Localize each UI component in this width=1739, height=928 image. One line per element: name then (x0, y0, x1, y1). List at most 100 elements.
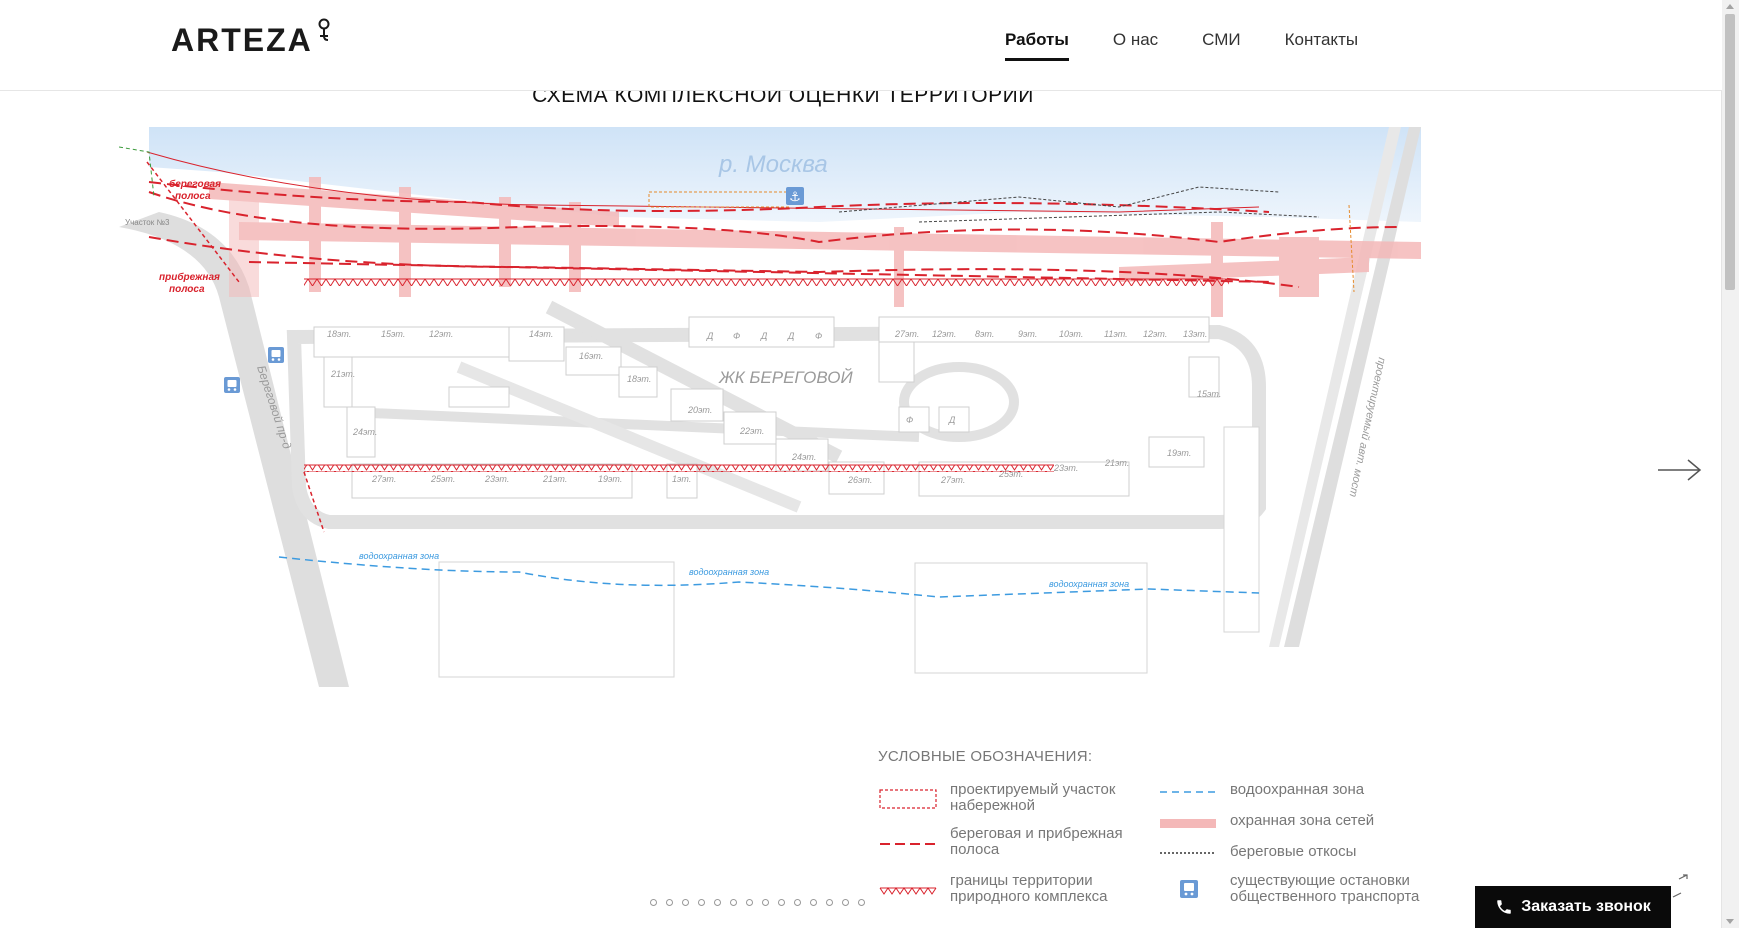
slider-dot[interactable] (714, 899, 721, 906)
svg-text:21эт.: 21эт. (542, 474, 567, 484)
bus-stop-icon (268, 347, 284, 363)
svg-text:Ф: Ф (906, 415, 913, 425)
svg-text:27эт.: 27эт. (371, 474, 396, 484)
svg-text:1эт.: 1эт. (672, 474, 691, 484)
nav-item-contacts[interactable]: Контакты (1285, 30, 1358, 61)
scroll-down-icon[interactable] (1726, 919, 1734, 924)
svg-text:8эт.: 8эт. (975, 329, 994, 339)
slider-dot[interactable] (698, 899, 705, 906)
svg-text:22эт.: 22эт. (739, 426, 764, 436)
svg-text:11эт.: 11эт. (1104, 329, 1128, 339)
svg-text:21эт.: 21эт. (330, 369, 355, 379)
call-request-label: Заказать звонок (1521, 898, 1651, 915)
nav-item-works[interactable]: Работы (1005, 30, 1069, 61)
slider-dot[interactable] (810, 899, 817, 906)
site-header: ARTEZA Работы О нас СМИ Контакты (0, 0, 1722, 91)
legend-label: береговые откосы (1230, 843, 1357, 860)
dashed-blue-line-icon (1160, 791, 1216, 793)
svg-text:Ф: Ф (733, 331, 740, 341)
legend-label: водоохранная зона (1230, 781, 1365, 798)
logo-mark-icon (318, 18, 330, 41)
nav-item-media[interactable]: СМИ (1202, 30, 1240, 61)
svg-text:9эт.: 9эт. (1018, 329, 1037, 339)
svg-text:27эт.: 27эт. (894, 329, 919, 339)
page-scrollbar[interactable] (1721, 0, 1739, 928)
nav-item-about[interactable]: О нас (1113, 30, 1158, 61)
svg-text:прибрежная: прибрежная (159, 271, 220, 283)
svg-text:12эт.: 12эт. (1143, 329, 1167, 339)
svg-text:25эт.: 25эт. (430, 474, 455, 484)
svg-text:⚓: ⚓ (789, 190, 801, 205)
dotted-black-line-icon (1160, 852, 1216, 854)
dotted-red-rect-icon (879, 789, 937, 809)
slider-dot[interactable] (666, 899, 673, 906)
legend-item-water-zone: водоохранная зона (1158, 782, 1420, 814)
legend-title: УСЛОВНЫЕ ОБОЗНАЧЕНИЯ: (878, 748, 1093, 765)
svg-text:18эт.: 18эт. (327, 329, 351, 339)
legend-label: границы территории природного комплекса (950, 872, 1108, 905)
svg-text:18эт.: 18эт. (627, 374, 651, 384)
main-nav: Работы О нас СМИ Контакты (1005, 30, 1358, 61)
svg-text:12эт.: 12эт. (932, 329, 956, 339)
phone-icon (1497, 900, 1511, 914)
svg-text:23эт.: 23эт. (1053, 463, 1078, 473)
slider-dot[interactable] (746, 899, 753, 906)
svg-text:27эт.: 27эт. (940, 475, 965, 485)
svg-text:водоохранная зона: водоохранная зона (359, 551, 439, 561)
svg-text:Д: Д (948, 415, 956, 425)
slider-dots (650, 899, 865, 906)
svg-text:15эт.: 15эт. (381, 329, 405, 339)
slider-dot[interactable] (826, 899, 833, 906)
red-triangle-line-icon (879, 887, 937, 895)
svg-text:20эт.: 20эт. (687, 405, 712, 415)
svg-text:21эт.: 21эт. (1104, 458, 1129, 468)
slider-dot[interactable] (858, 899, 865, 906)
slider-dot[interactable] (794, 899, 801, 906)
legend-label: существующие остановки общественного тра… (1230, 872, 1420, 905)
svg-text:19эт.: 19эт. (1167, 448, 1191, 458)
scroll-up-icon[interactable] (1726, 4, 1734, 9)
call-request-button[interactable]: Заказать звонок (1475, 886, 1671, 928)
dashed-red-line-icon (880, 843, 936, 845)
expand-icon[interactable] (1671, 873, 1691, 901)
bus-icon (1180, 880, 1198, 898)
plot-left (438, 561, 675, 678)
anchor-icon: ⚓ (786, 187, 804, 205)
svg-text:15эт.: 15эт. (1197, 389, 1221, 399)
slider-dot[interactable] (730, 899, 737, 906)
territory-map: р. Москва 18эт. 15эт. 12эт. 14эт. 16эт. … (119, 127, 1421, 687)
legend-item-network-zone: охранная зона сетей (1158, 813, 1420, 845)
slider-dot[interactable] (650, 899, 657, 906)
slider-dot[interactable] (778, 899, 785, 906)
district-label: ЖК БЕРЕГОВОЙ (718, 367, 854, 387)
next-slide-arrow-icon[interactable] (1656, 455, 1704, 485)
svg-text:13эт.: 13эт. (1183, 329, 1207, 339)
slider-dot[interactable] (842, 899, 849, 906)
slider-dot[interactable] (762, 899, 769, 906)
svg-text:16эт.: 16эт. (579, 351, 603, 361)
svg-text:23эт.: 23эт. (484, 474, 509, 484)
river-label: р. Москва (718, 151, 828, 178)
legend-label: охранная зона сетей (1230, 812, 1375, 829)
svg-text:Д: Д (760, 331, 768, 341)
svg-text:полоса: полоса (169, 284, 205, 295)
svg-text:12эт.: 12эт. (429, 329, 453, 339)
svg-text:24эт.: 24эт. (791, 452, 816, 462)
svg-text:Д: Д (706, 331, 714, 341)
svg-text:10эт.: 10эт. (1059, 329, 1083, 339)
logo[interactable]: ARTEZA (171, 22, 313, 62)
legend-label: проектируемый участок набережной (950, 781, 1116, 814)
svg-text:Ф: Ф (815, 331, 822, 341)
svg-text:водоохранная зона: водоохранная зона (1049, 579, 1129, 589)
svg-text:береговая: береговая (169, 178, 221, 190)
svg-text:19эт.: 19эт. (598, 474, 622, 484)
scroll-thumb[interactable] (1725, 14, 1735, 290)
svg-text:26эт.: 26эт. (847, 475, 872, 485)
legend-label: береговая и прибрежная полоса (950, 825, 1123, 858)
svg-text:водоохранная зона: водоохранная зона (689, 567, 769, 577)
legend-item-embankment: проектируемый участок набережной (878, 782, 1140, 814)
slider-dot[interactable] (682, 899, 689, 906)
plot-label: Участок №3 (125, 218, 170, 227)
svg-text:14эт.: 14эт. (529, 329, 553, 339)
pink-band-icon (1160, 819, 1216, 828)
